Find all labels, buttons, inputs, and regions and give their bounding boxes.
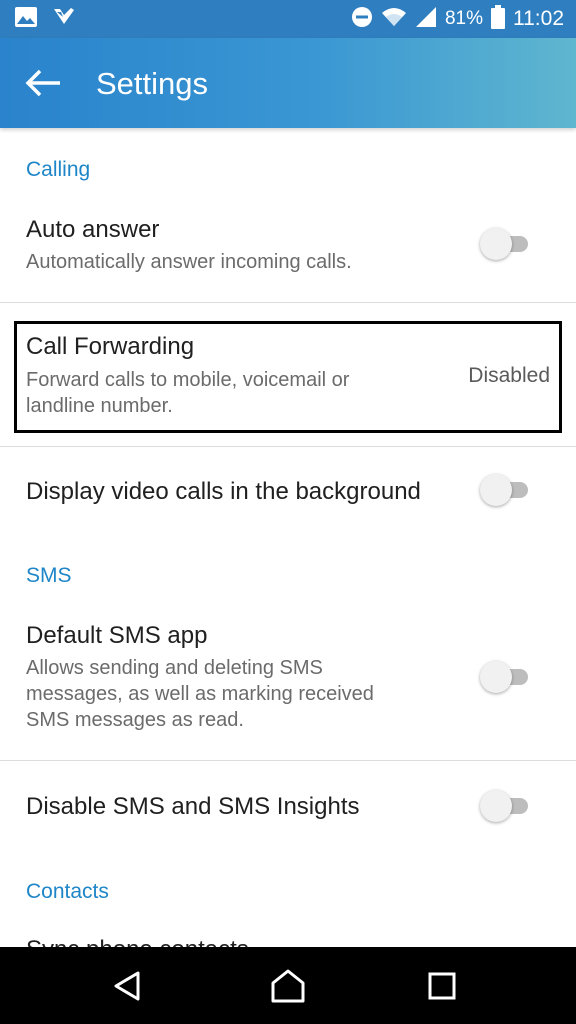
video-background-toggle[interactable] — [480, 472, 532, 506]
setting-title: Display video calls in the background — [26, 478, 421, 505]
section-header-sms: SMS — [26, 564, 72, 587]
highlight-box — [14, 321, 562, 433]
section-header-calling: Calling — [26, 158, 91, 181]
setting-video-background[interactable]: Display video calls in the background — [0, 460, 576, 520]
arrow-left-icon — [25, 69, 60, 97]
divider — [0, 446, 576, 447]
clock: 11:02 — [513, 7, 564, 30]
setting-auto-answer[interactable]: Auto answer Automatically answer incomin… — [0, 200, 576, 302]
nav-recents-button[interactable] — [420, 965, 464, 1007]
divider — [0, 760, 576, 761]
setting-title: Disable SMS and SMS Insights — [26, 793, 360, 820]
toggle-thumb — [480, 661, 512, 693]
auto-answer-toggle[interactable] — [480, 226, 532, 260]
settings-list[interactable]: Calling Auto answer Automatically answer… — [0, 130, 576, 947]
toggle-thumb — [480, 228, 512, 260]
setting-default-sms[interactable]: Default SMS app Allows sending and delet… — [0, 606, 576, 760]
signal-icon — [415, 6, 437, 32]
setting-subtitle: Automatically answer incoming calls. — [26, 251, 352, 273]
setting-subtitle-line: messages, as well as marking received — [26, 683, 374, 705]
default-sms-toggle[interactable] — [480, 659, 532, 693]
status-bar: 81% 11:02 — [0, 0, 576, 38]
setting-title: Default SMS app — [26, 622, 208, 649]
checkmark-app-icon — [52, 6, 76, 32]
setting-sync-contacts[interactable]: Sync phone contacts — [0, 920, 576, 947]
setting-disable-sms[interactable]: Disable SMS and SMS Insights — [0, 776, 576, 836]
page-title: Settings — [96, 66, 209, 101]
nav-home-button[interactable] — [266, 965, 310, 1007]
setting-subtitle-line: SMS messages as read. — [26, 709, 244, 731]
image-icon — [14, 6, 38, 32]
section-header-contacts: Contacts — [26, 880, 109, 903]
app-bar: Settings — [0, 38, 576, 128]
home-icon — [271, 969, 305, 1003]
back-triangle-icon — [114, 971, 140, 1001]
toggle-thumb — [480, 790, 512, 822]
battery-icon — [491, 5, 505, 33]
nav-back-button[interactable] — [106, 965, 150, 1007]
navigation-bar — [0, 947, 576, 1024]
back-button[interactable] — [20, 62, 68, 104]
setting-title: Sync phone contacts — [26, 936, 249, 947]
do-not-disturb-icon — [351, 6, 373, 32]
recents-square-icon — [428, 972, 456, 1000]
wifi-icon — [381, 6, 407, 32]
disable-sms-toggle[interactable] — [480, 788, 532, 822]
battery-percent: 81% — [444, 8, 483, 29]
setting-title: Auto answer — [26, 216, 160, 243]
divider — [0, 302, 576, 303]
toggle-thumb — [480, 474, 512, 506]
setting-subtitle-line: Allows sending and deleting SMS — [26, 657, 323, 679]
